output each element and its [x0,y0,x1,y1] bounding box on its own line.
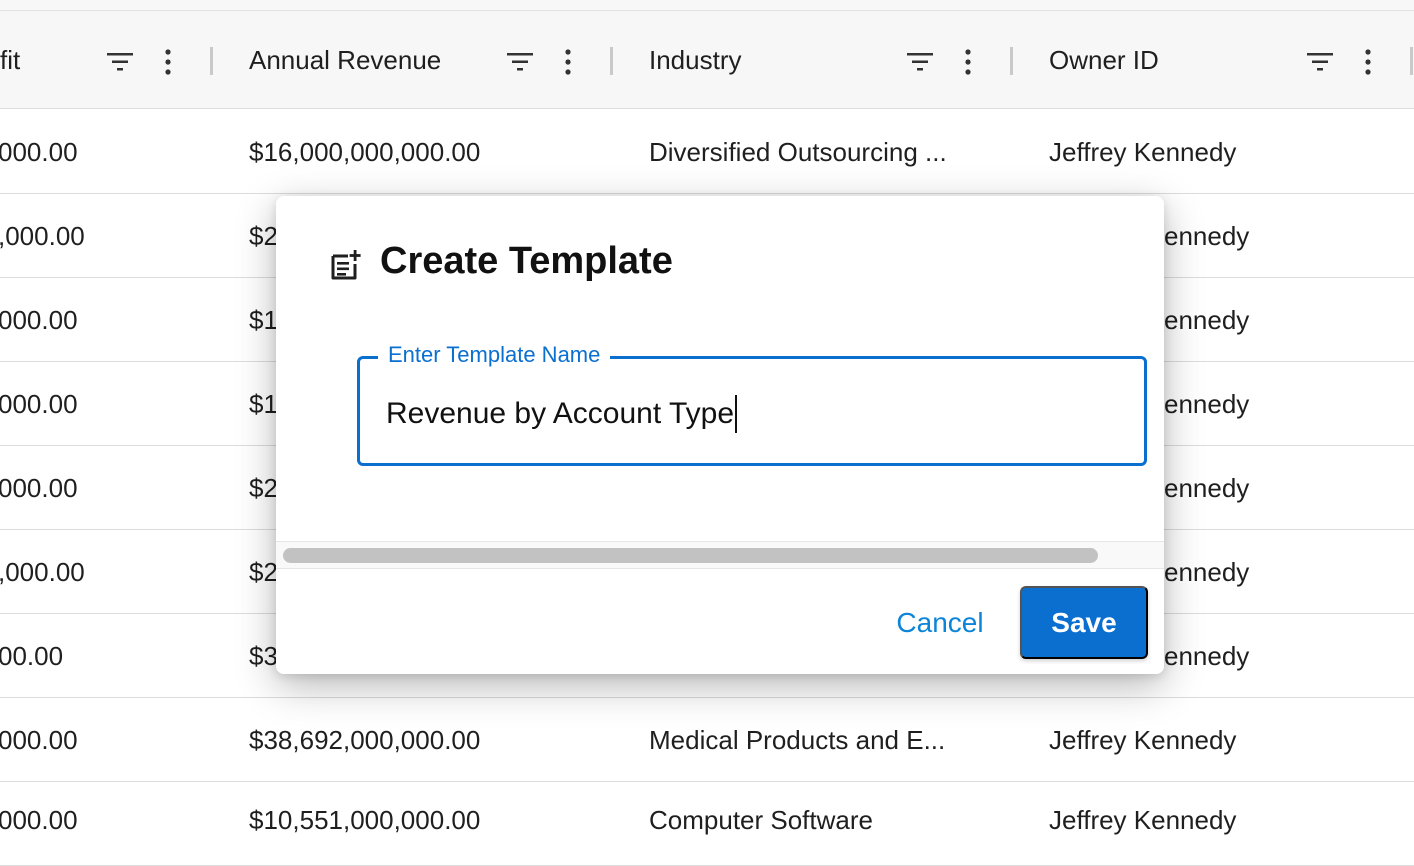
cell-profit: 000.00 [0,388,78,419]
cell-industry: Diversified Outsourcing ... [649,136,947,167]
cell-owner-id: Jeffrey Kennedy [1049,136,1237,167]
cell-owner-id: ennedy [1164,220,1250,251]
cell-profit: 00.00 [0,640,64,671]
cell-annual-revenue: $10,551,000,000.00 [249,804,481,835]
cell-profit: 000.00 [0,304,78,335]
column-header-profit[interactable]: fit [0,11,20,109]
table-header-row: fit Annual Revenue Industry Owner ID [0,11,1414,109]
text-caret [735,395,738,433]
cell-annual-revenue: $2 [249,556,278,587]
cell-profit: 000.00 [0,724,78,755]
kebab-menu-icon[interactable] [1354,48,1382,76]
column-resize-handle[interactable] [210,47,213,75]
cell-annual-revenue: $1 [249,304,278,335]
cell-annual-revenue: $2 [249,220,278,251]
cell-annual-revenue: $16,000,000,000.00 [249,136,481,167]
column-header-annual-revenue[interactable]: Annual Revenue [249,11,441,109]
kebab-menu-icon[interactable] [954,48,982,76]
cell-profit: 000.00 [0,472,78,503]
cell-profit: 000.00 [0,804,78,835]
horizontal-scrollbar[interactable] [276,541,1164,569]
cell-owner-id: ennedy [1164,556,1250,587]
save-button[interactable]: Save [1020,586,1148,659]
table-top-border [0,0,1414,11]
cell-profit: ,000.00 [0,556,85,587]
cell-industry: Medical Products and E... [649,724,946,755]
add-note-icon [328,248,362,282]
filter-icon[interactable] [906,48,934,76]
template-name-value: Revenue by Account Type [386,397,735,430]
template-name-field[interactable]: Enter Template Name Revenue by Account T… [357,342,1147,466]
table-row[interactable]: 000.00 $10,551,000,000.00 Computer Softw… [0,782,1414,866]
column-header-label: Owner ID [1049,44,1159,75]
cell-owner-id: ennedy [1164,640,1250,671]
cell-industry: Computer Software [649,804,873,835]
cell-profit: ,000.00 [0,220,85,251]
cancel-button[interactable]: Cancel [876,588,1004,658]
scrollbar-thumb[interactable] [283,548,1098,563]
filter-icon[interactable] [106,48,134,76]
cell-owner-id: Jeffrey Kennedy [1049,724,1237,755]
table-row[interactable]: 000.00 $16,000,000,000.00 Diversified Ou… [0,110,1414,194]
filter-icon[interactable] [506,48,534,76]
cell-annual-revenue: $38,692,000,000.00 [249,724,481,755]
filter-icon[interactable] [1306,48,1334,76]
column-resize-handle[interactable] [610,47,613,75]
cell-annual-revenue: $2 [249,472,278,503]
dialog-title: Create Template [380,240,673,282]
create-template-dialog: Create Template Enter Template Name Reve… [276,196,1164,674]
cell-owner-id: Jeffrey Kennedy [1049,804,1237,835]
cell-owner-id: ennedy [1164,304,1250,335]
cell-owner-id: ennedy [1164,388,1250,419]
column-header-label: fit [0,44,21,75]
kebab-menu-icon[interactable] [554,48,582,76]
column-header-owner-id[interactable]: Owner ID [1049,11,1159,109]
column-resize-handle[interactable] [1410,47,1413,75]
cell-owner-id: ennedy [1164,472,1250,503]
template-name-label: Enter Template Name [378,342,611,368]
column-header-label: Industry [649,44,742,75]
cell-annual-revenue: $1 [249,388,278,419]
column-header-industry[interactable]: Industry [649,11,742,109]
table-row[interactable]: 000.00 $38,692,000,000.00 Medical Produc… [0,698,1414,782]
cell-annual-revenue: $3 [249,640,278,671]
column-resize-handle[interactable] [1010,47,1013,75]
template-name-input[interactable]: Revenue by Account Type [386,395,738,433]
cell-profit: 000.00 [0,136,78,167]
kebab-menu-icon[interactable] [154,48,182,76]
column-header-label: Annual Revenue [249,44,442,75]
